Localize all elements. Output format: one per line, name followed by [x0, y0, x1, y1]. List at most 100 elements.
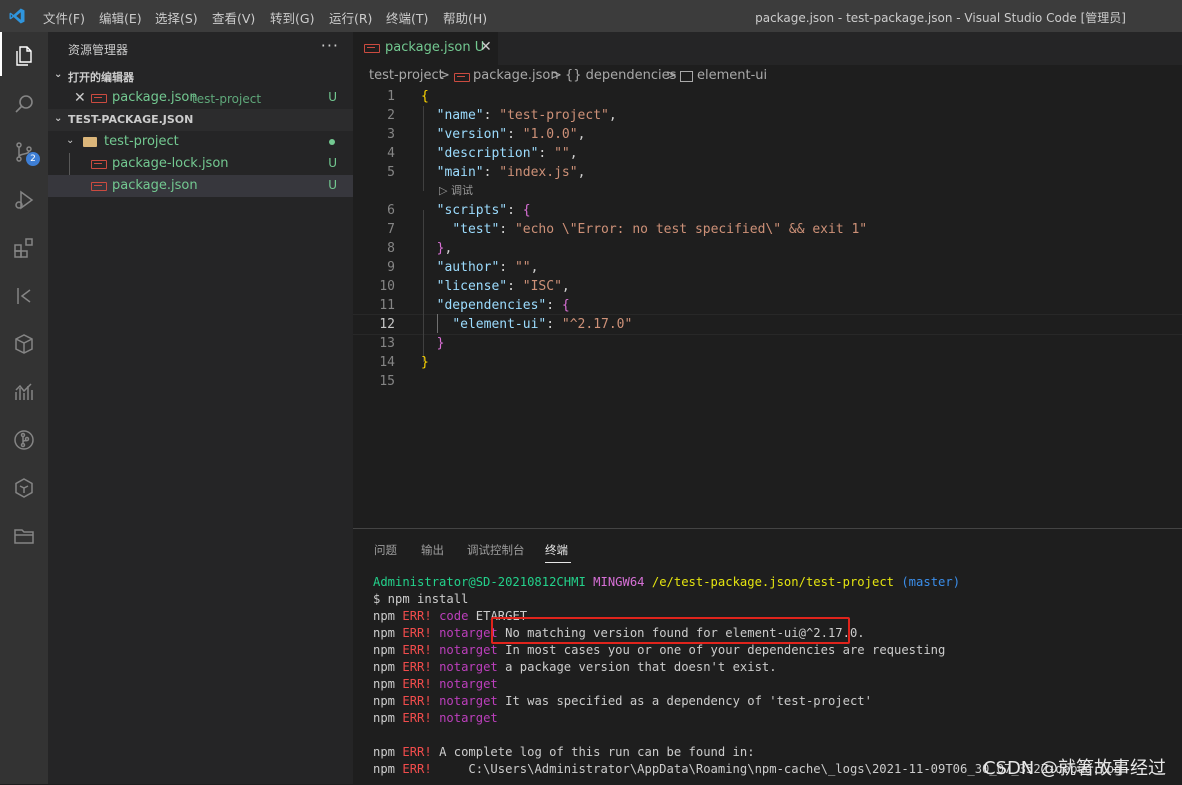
chart-icon[interactable] [0, 368, 48, 416]
close-icon[interactable]: ✕ [480, 39, 492, 55]
code-line: } [436, 336, 445, 351]
code-line: "dependencies": { [436, 298, 570, 313]
open-editors-label: 打开的编辑器 [68, 71, 134, 84]
codelens-debug[interactable]: ▷ 调试 [439, 182, 473, 198]
git-graph-icon[interactable] [0, 416, 48, 464]
code-line: "element-ui": "^2.17.0" [452, 317, 633, 332]
code-line: "version": "1.0.0", [436, 127, 586, 142]
workspace-label: TEST-PACKAGE.JSON [68, 113, 194, 126]
json-file-icon [364, 44, 380, 53]
remote-icon[interactable] [0, 272, 48, 320]
breadcrumb-item[interactable]: package.json [473, 68, 559, 83]
tab-output[interactable]: 输出 [421, 542, 444, 558]
terminal-command: $ npm install [373, 592, 469, 606]
line-number: 3 [387, 127, 395, 142]
tab-debug-console[interactable]: 调试控制台 [467, 542, 525, 558]
code-line: }, [436, 241, 453, 256]
menu-selection[interactable]: 选择(S) [155, 8, 198, 27]
bottom-panel: 问题 输出 调试控制台 终端 Administrator@SD-20210812… [353, 528, 1182, 785]
menu-go[interactable]: 转到(G) [270, 8, 314, 27]
folder-row[interactable]: ⌄ test-project [48, 131, 353, 153]
open-editors-section[interactable]: ⌄ 打开的编辑器 [48, 65, 353, 87]
file-name: package.json [112, 178, 198, 193]
line-number: 4 [387, 146, 395, 161]
menu-help[interactable]: 帮助(H) [443, 8, 487, 27]
more-actions-button[interactable]: ··· [321, 36, 339, 55]
code-line: "scripts": { [436, 203, 531, 218]
activity-bar [0, 32, 48, 784]
code-line: } [421, 355, 429, 370]
breadcrumb-item[interactable]: element-ui [697, 68, 767, 83]
open-editor-item[interactable]: ✕ package.json test-project U [48, 87, 353, 109]
line-number: 15 [379, 374, 395, 389]
close-icon[interactable]: ✕ [74, 90, 86, 106]
menu-terminal[interactable]: 终端(T) [386, 8, 428, 27]
chevron-right-icon: > [439, 68, 450, 83]
menu-run[interactable]: 运行(R) [329, 8, 372, 27]
box-icon[interactable] [0, 464, 48, 512]
active-tab-underline [545, 562, 571, 563]
code-editor[interactable]: 1 2 3 4 5 6 7 8 9 10 11 12 13 14 15 { "n… [353, 87, 1182, 527]
breadcrumb-item[interactable]: {} dependencies [565, 68, 676, 83]
code-line: { [421, 89, 429, 104]
file-name: package-lock.json [112, 156, 229, 171]
folder-icon[interactable] [0, 512, 48, 560]
line-number: 2 [387, 108, 395, 123]
tab-terminal[interactable]: 终端 [545, 542, 568, 558]
tab-problems[interactable]: 问题 [374, 542, 397, 558]
file-row[interactable]: package-lock.json U [48, 153, 353, 197]
menu-view[interactable]: 查看(V) [212, 8, 255, 27]
chevron-right-icon: > [666, 68, 677, 83]
search-icon[interactable] [0, 80, 48, 128]
workspace-section[interactable]: ⌄ TEST-PACKAGE.JSON [48, 109, 353, 131]
breadcrumb: test-project > package.json > {} depende… [353, 65, 1182, 87]
play-icon: ▷ [439, 184, 448, 197]
modified-dot-icon [329, 139, 335, 145]
chevron-down-icon: ⌄ [54, 113, 63, 124]
menu-edit[interactable]: 编辑(E) [99, 8, 142, 27]
activity-active-indicator [0, 32, 2, 76]
chevron-down-icon: ⌄ [66, 135, 75, 146]
file-row-selected[interactable]: package.json U [48, 175, 353, 197]
line-number: 5 [387, 165, 395, 180]
terminal-line: npm ERR! notarget [373, 711, 498, 725]
folder-name: test-project [104, 134, 179, 149]
terminal-line: npm ERR! notarget a package version that… [373, 660, 777, 674]
line-number: 6 [387, 203, 395, 218]
chevron-down-icon: ⌄ [54, 69, 63, 80]
json-file-icon [91, 94, 107, 103]
terminal-line: npm ERR! notarget It was specified as a … [373, 694, 872, 708]
json-file-icon [91, 182, 107, 191]
line-number: 10 [379, 279, 395, 294]
code-line: "main": "index.js", [436, 165, 586, 180]
explorer-sidebar: 资源管理器 ··· ⌄ 打开的编辑器 ✕ package.json test-p… [48, 32, 353, 784]
code-line: "license": "ISC", [436, 279, 570, 294]
code-line: "description": "", [436, 146, 578, 161]
menu-file[interactable]: 文件(F) [43, 8, 85, 27]
package-icon[interactable] [0, 320, 48, 368]
line-number: 1 [387, 89, 395, 104]
run-debug-icon[interactable] [0, 176, 48, 224]
vscode-logo-icon [9, 8, 25, 24]
chevron-right-icon: > [551, 68, 562, 83]
source-control-icon[interactable] [0, 128, 48, 176]
extensions-icon[interactable] [0, 224, 48, 272]
code-line: "name": "test-project", [436, 108, 617, 123]
tab-package-json[interactable]: package.json U ✕ [353, 32, 498, 65]
status-badge: U [328, 156, 337, 170]
code-line: "author": "", [436, 260, 539, 275]
json-file-icon [91, 160, 107, 169]
folder-open-icon [83, 137, 97, 147]
terminal-line: npm ERR! notarget [373, 677, 498, 691]
line-number: 11 [379, 298, 395, 313]
terminal-line: npm ERR! notarget In most cases you or o… [373, 643, 946, 657]
status-badge: U [328, 178, 337, 192]
json-file-icon [454, 73, 470, 82]
terminal-line: npm ERR! A complete log of this run can … [373, 745, 755, 759]
window-title: package.json - test-package.json - Visua… [755, 11, 1126, 25]
field-icon [680, 71, 693, 82]
status-badge: U [328, 90, 337, 104]
line-number-current: 12 [379, 317, 395, 332]
breadcrumb-item[interactable]: test-project [369, 68, 444, 83]
explorer-icon[interactable] [0, 32, 48, 80]
